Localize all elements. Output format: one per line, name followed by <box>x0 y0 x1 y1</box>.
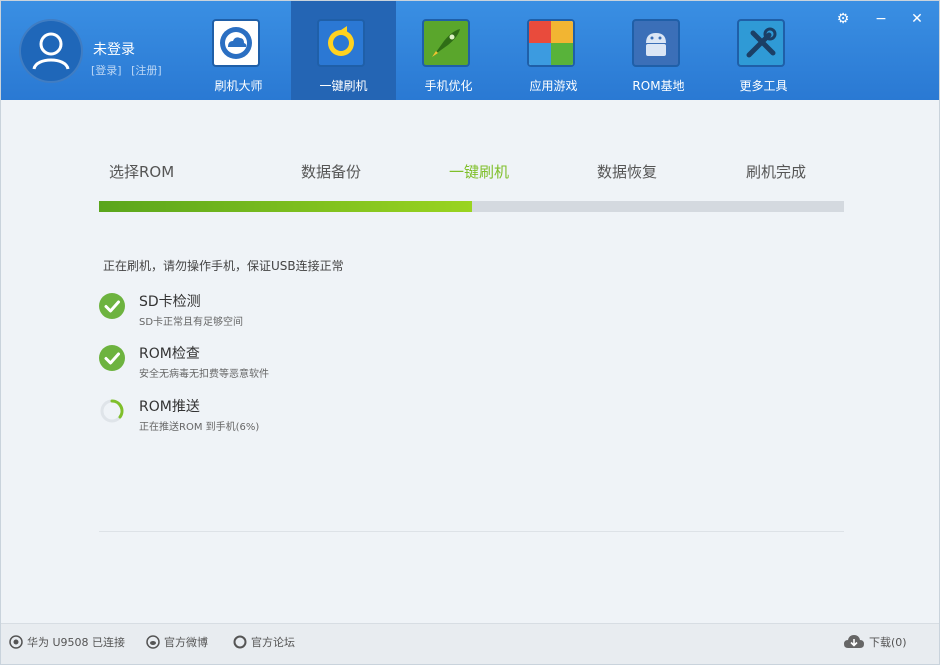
nav-label: ROM基地 <box>632 79 685 93</box>
user-avatar[interactable] <box>19 19 83 83</box>
top-header: 未登录 [登录] [注册] 刷机大师 一键刷机 手机优化 应用游戏 ROM基地 … <box>1 1 939 100</box>
user-status: 未登录 <box>93 42 135 58</box>
step-restore: 数据恢复 <box>597 163 658 181</box>
step-flash: 一键刷机 <box>449 163 510 181</box>
refresh-icon <box>317 19 365 67</box>
nav-item-phone-optimize[interactable]: 手机优化 <box>396 1 501 100</box>
loading-spinner-icon <box>100 399 124 423</box>
nav-item-more-tools[interactable]: 更多工具 <box>711 1 816 100</box>
nav-label: 刷机大师 <box>214 79 263 93</box>
forum-icon <box>233 635 247 649</box>
step-backup: 数据备份 <box>301 163 362 181</box>
cloud-icon <box>212 19 260 67</box>
download-label: 下载(0) <box>869 636 907 649</box>
status-message: 正在刷机，请勿操作手机，保证USB连接正常 <box>103 259 344 273</box>
settings-icon[interactable]: ⚙ <box>833 9 853 29</box>
forum-label: 官方论坛 <box>251 636 295 649</box>
forum-link[interactable]: 官方论坛 <box>233 634 295 650</box>
check-title: SD卡检测 <box>139 294 201 310</box>
check-subtitle: 安全无病毒无扣费等恶意软件 <box>139 369 269 380</box>
status-footer: 华为 U9508 已连接 官方微博 官方论坛 下载(0) <box>1 623 939 664</box>
weibo-label: 官方微博 <box>164 636 208 649</box>
login-link[interactable]: [登录] <box>91 64 122 77</box>
flash-steps: 选择ROM 数据备份 一键刷机 数据恢复 刷机完成 <box>99 161 845 185</box>
nav-label: 一键刷机 <box>319 79 368 93</box>
step-progress-bar <box>99 201 844 212</box>
user-links: [登录] [注册] <box>91 62 168 78</box>
main-nav: 刷机大师 一键刷机 手机优化 应用游戏 ROM基地 更多工具 <box>186 1 816 100</box>
check-subtitle: SD卡正常且有足够空间 <box>139 317 244 328</box>
nav-label: 应用游戏 <box>529 79 578 93</box>
check-circle-icon <box>99 293 125 319</box>
step-select-rom: 选择ROM <box>109 163 175 181</box>
android-icon <box>632 19 680 67</box>
rocket-icon <box>422 19 470 67</box>
download-button[interactable]: 下载(0) <box>843 634 907 650</box>
step-progress-fill <box>99 201 472 212</box>
nav-label: 手机优化 <box>424 79 473 93</box>
tools-icon <box>737 19 785 67</box>
tiles-icon <box>527 19 575 67</box>
weibo-link[interactable]: 官方微博 <box>146 634 208 650</box>
nav-item-flash-master[interactable]: 刷机大师 <box>186 1 291 100</box>
check-title: ROM检查 <box>139 346 200 362</box>
device-icon <box>9 635 23 649</box>
nav-label: 更多工具 <box>739 79 788 93</box>
cloud-download-icon <box>844 635 864 648</box>
content-divider <box>99 531 844 532</box>
minimize-icon[interactable]: − <box>871 9 891 29</box>
nav-item-apps-games[interactable]: 应用游戏 <box>501 1 606 100</box>
user-icon <box>32 32 70 70</box>
app-window: 未登录 [登录] [注册] 刷机大师 一键刷机 手机优化 应用游戏 ROM基地 … <box>0 0 940 665</box>
device-status[interactable]: 华为 U9508 已连接 <box>9 634 125 650</box>
nav-item-one-click-flash[interactable]: 一键刷机 <box>291 1 396 100</box>
check-circle-icon <box>99 345 125 371</box>
device-label: 华为 U9508 已连接 <box>27 636 126 649</box>
nav-item-rom-base[interactable]: ROM基地 <box>606 1 711 100</box>
check-subtitle: 正在推送ROM 到手机(6%) <box>139 422 260 433</box>
register-link[interactable]: [注册] <box>131 64 162 77</box>
close-icon[interactable]: ✕ <box>907 9 927 29</box>
check-title: ROM推送 <box>139 399 200 415</box>
weibo-icon <box>146 635 160 649</box>
step-complete: 刷机完成 <box>746 163 807 181</box>
